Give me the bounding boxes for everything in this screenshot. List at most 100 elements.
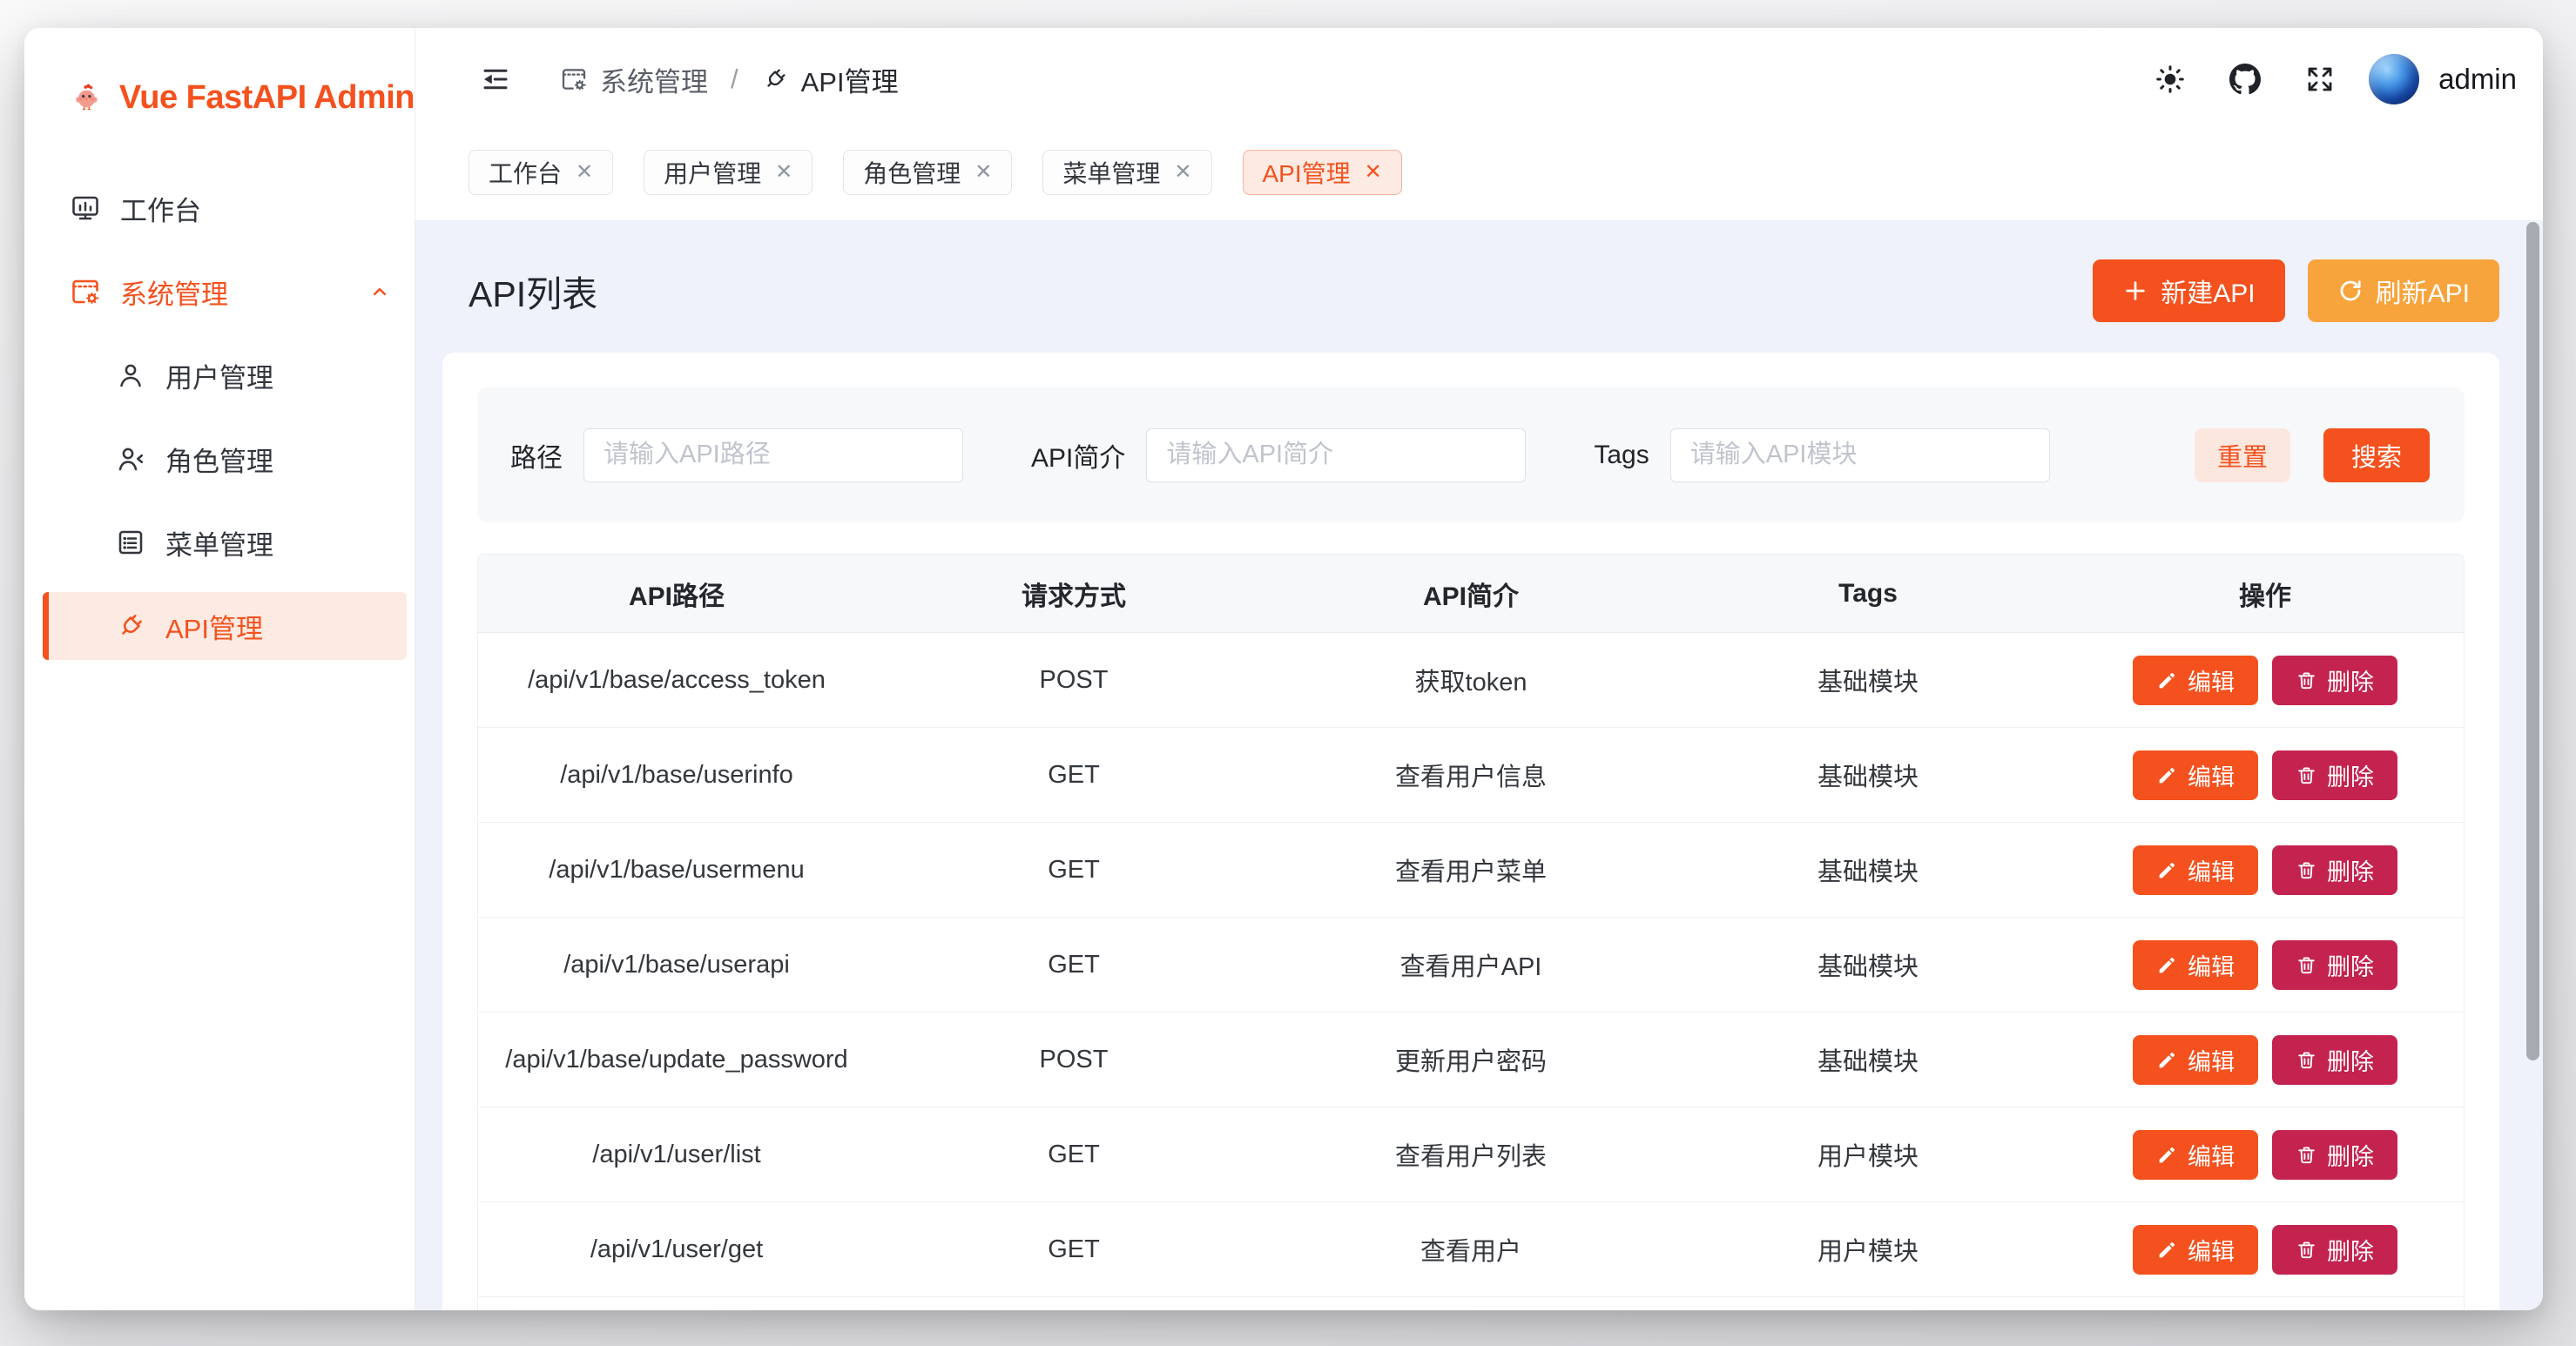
edit-button[interactable]: 编辑 [2133, 1130, 2258, 1180]
row-actions: 编辑 删除 [2067, 656, 2464, 705]
fullscreen-icon[interactable] [2301, 60, 2339, 98]
trash-icon [2296, 954, 2317, 976]
tab-users[interactable]: 用户管理 ✕ [644, 150, 813, 195]
refresh-icon [2337, 278, 2364, 304]
tab-menus[interactable]: 菜单管理 ✕ [1042, 150, 1211, 195]
sidebar-menu: 工作台 系统管理 用户管理 角色管理 菜单管理 API管理 [24, 174, 415, 660]
api-method: GET [875, 1141, 1272, 1169]
edit-button[interactable]: 编辑 [2133, 750, 2258, 800]
summary-filter-label: API简介 [1031, 436, 1125, 474]
tab-workbench[interactable]: 工作台 ✕ [469, 150, 613, 195]
user-avatar[interactable] [2369, 54, 2419, 104]
api-method: POST [875, 666, 1272, 695]
edit-button[interactable]: 编辑 [2133, 940, 2258, 990]
row-actions: 编辑 删除 [2067, 1035, 2464, 1085]
theme-toggle-sun-icon[interactable] [2151, 60, 2189, 98]
app-title: Vue FastAPI Admin [119, 79, 415, 117]
edit-button[interactable]: 编辑 [2133, 1035, 2258, 1085]
breadcrumb-api[interactable]: API管理 [761, 60, 899, 99]
filter-bar: 路径 API简介 Tags 重置 搜索 [477, 387, 2465, 522]
app-logo[interactable]: Vue FastAPI Admin [24, 57, 415, 138]
api-path: /api/v1/base/access_token [478, 666, 875, 695]
api-method: GET [875, 856, 1272, 885]
api-path: /api/v1/base/userapi [478, 951, 875, 979]
table-row: /api/v1/base/userinfo GET 查看用户信息 基础模块 编辑… [478, 728, 2464, 823]
tab-bar: 工作台 ✕ 用户管理 ✕ 角色管理 ✕ 菜单管理 ✕ API管理 ✕ [415, 131, 2543, 220]
breadcrumb: 系统管理 / API管理 [560, 60, 899, 99]
api-tags: 基础模块 [1669, 1041, 2067, 1078]
close-icon[interactable]: ✕ [1365, 159, 1382, 185]
sidebar-item-api[interactable]: API管理 [43, 592, 407, 660]
delete-button[interactable]: 删除 [2272, 845, 2397, 895]
page-content: API列表 新建API 刷新API 路径 [415, 220, 2543, 1310]
table-row: /api/v1/base/usermenu GET 查看用户菜单 基础模块 编辑… [478, 823, 2464, 918]
sidebar-item-roles[interactable]: 角色管理 [24, 425, 415, 493]
row-actions: 编辑 删除 [2067, 750, 2464, 800]
delete-button[interactable]: 删除 [2272, 1130, 2397, 1180]
breadcrumb-system[interactable]: 系统管理 [560, 60, 708, 99]
sidebar-item-system[interactable]: 系统管理 [24, 258, 415, 326]
edit-button[interactable]: 编辑 [2133, 656, 2258, 705]
summary-filter-input[interactable] [1146, 428, 1526, 482]
page-title: API列表 [469, 265, 597, 317]
api-summary: 查看用户菜单 [1272, 851, 1669, 888]
github-icon[interactable] [2226, 60, 2264, 98]
close-icon[interactable]: ✕ [1174, 159, 1191, 185]
path-filter-label: 路径 [510, 436, 563, 474]
vertical-scrollbar[interactable] [2526, 222, 2539, 1060]
tags-filter-label: Tags [1594, 441, 1649, 470]
delete-button[interactable]: 删除 [2272, 1225, 2397, 1275]
tags-filter-input[interactable] [1670, 428, 2050, 482]
reset-button[interactable]: 重置 [2195, 428, 2290, 482]
trash-icon [2296, 1144, 2317, 1166]
system-window-gear-icon [560, 65, 588, 93]
delete-button[interactable]: 删除 [2272, 940, 2397, 990]
close-icon[interactable]: ✕ [775, 159, 792, 185]
sidebar-item-menus[interactable]: 菜单管理 [24, 508, 415, 576]
api-method: POST [875, 1046, 1272, 1074]
api-method: GET [875, 951, 1272, 979]
pencil-icon [2156, 1049, 2178, 1071]
tab-api[interactable]: API管理 ✕ [1243, 150, 1402, 195]
page-actions: 新建API 刷新API [2093, 259, 2499, 322]
close-icon[interactable]: ✕ [974, 159, 992, 185]
row-actions: 编辑 删除 [2067, 1130, 2464, 1180]
top-header: 系统管理 / API管理 admin [415, 28, 2543, 131]
trash-icon [2296, 1239, 2317, 1261]
sidebar-item-workbench[interactable]: 工作台 [24, 174, 415, 242]
plus-icon [2122, 278, 2148, 304]
user-icon [115, 360, 146, 391]
row-actions: 编辑 删除 [2067, 940, 2464, 990]
table-row: /api/v1/base/userapi GET 查看用户API 基础模块 编辑… [478, 918, 2464, 1013]
api-tags: 用户模块 [1669, 1231, 2067, 1268]
username[interactable]: admin [2438, 63, 2517, 96]
edit-button[interactable]: 编辑 [2133, 1225, 2258, 1275]
api-path: /api/v1/user/get [478, 1235, 875, 1264]
breadcrumb-separator: / [731, 64, 738, 95]
tab-roles[interactable]: 角色管理 ✕ [843, 150, 1012, 195]
main-area: 系统管理 / API管理 admin 工作台 ✕ [415, 28, 2543, 1310]
edit-button[interactable]: 编辑 [2133, 845, 2258, 895]
refresh-api-button[interactable]: 刷新API [2308, 259, 2499, 322]
create-api-button[interactable]: 新建API [2093, 259, 2284, 322]
path-filter-input[interactable] [583, 428, 963, 482]
pencil-icon [2156, 1239, 2178, 1261]
sidebar-collapse-icon[interactable] [476, 60, 515, 98]
delete-button[interactable]: 删除 [2272, 1035, 2397, 1085]
row-actions: 编辑 删除 [2067, 1225, 2464, 1275]
search-button[interactable]: 搜索 [2323, 428, 2430, 482]
delete-button[interactable]: 删除 [2272, 656, 2397, 705]
api-method: GET [875, 1235, 1272, 1264]
col-method: 请求方式 [875, 575, 1272, 613]
table-header: API路径 请求方式 API简介 Tags 操作 [478, 555, 2464, 633]
api-path: /api/v1/base/userinfo [478, 761, 875, 790]
api-summary: 查看用户 [1272, 1231, 1669, 1268]
close-icon[interactable]: ✕ [576, 159, 593, 185]
api-tags: 基础模块 [1669, 851, 2067, 888]
api-summary: 查看用户信息 [1272, 757, 1669, 793]
delete-button[interactable]: 删除 [2272, 750, 2397, 800]
sidebar-item-users[interactable]: 用户管理 [24, 341, 415, 409]
api-summary: 查看用户列表 [1272, 1136, 1669, 1173]
pencil-icon [2156, 1144, 2178, 1166]
table-row: /api/v1/base/access_token POST 获取token 基… [478, 633, 2464, 728]
